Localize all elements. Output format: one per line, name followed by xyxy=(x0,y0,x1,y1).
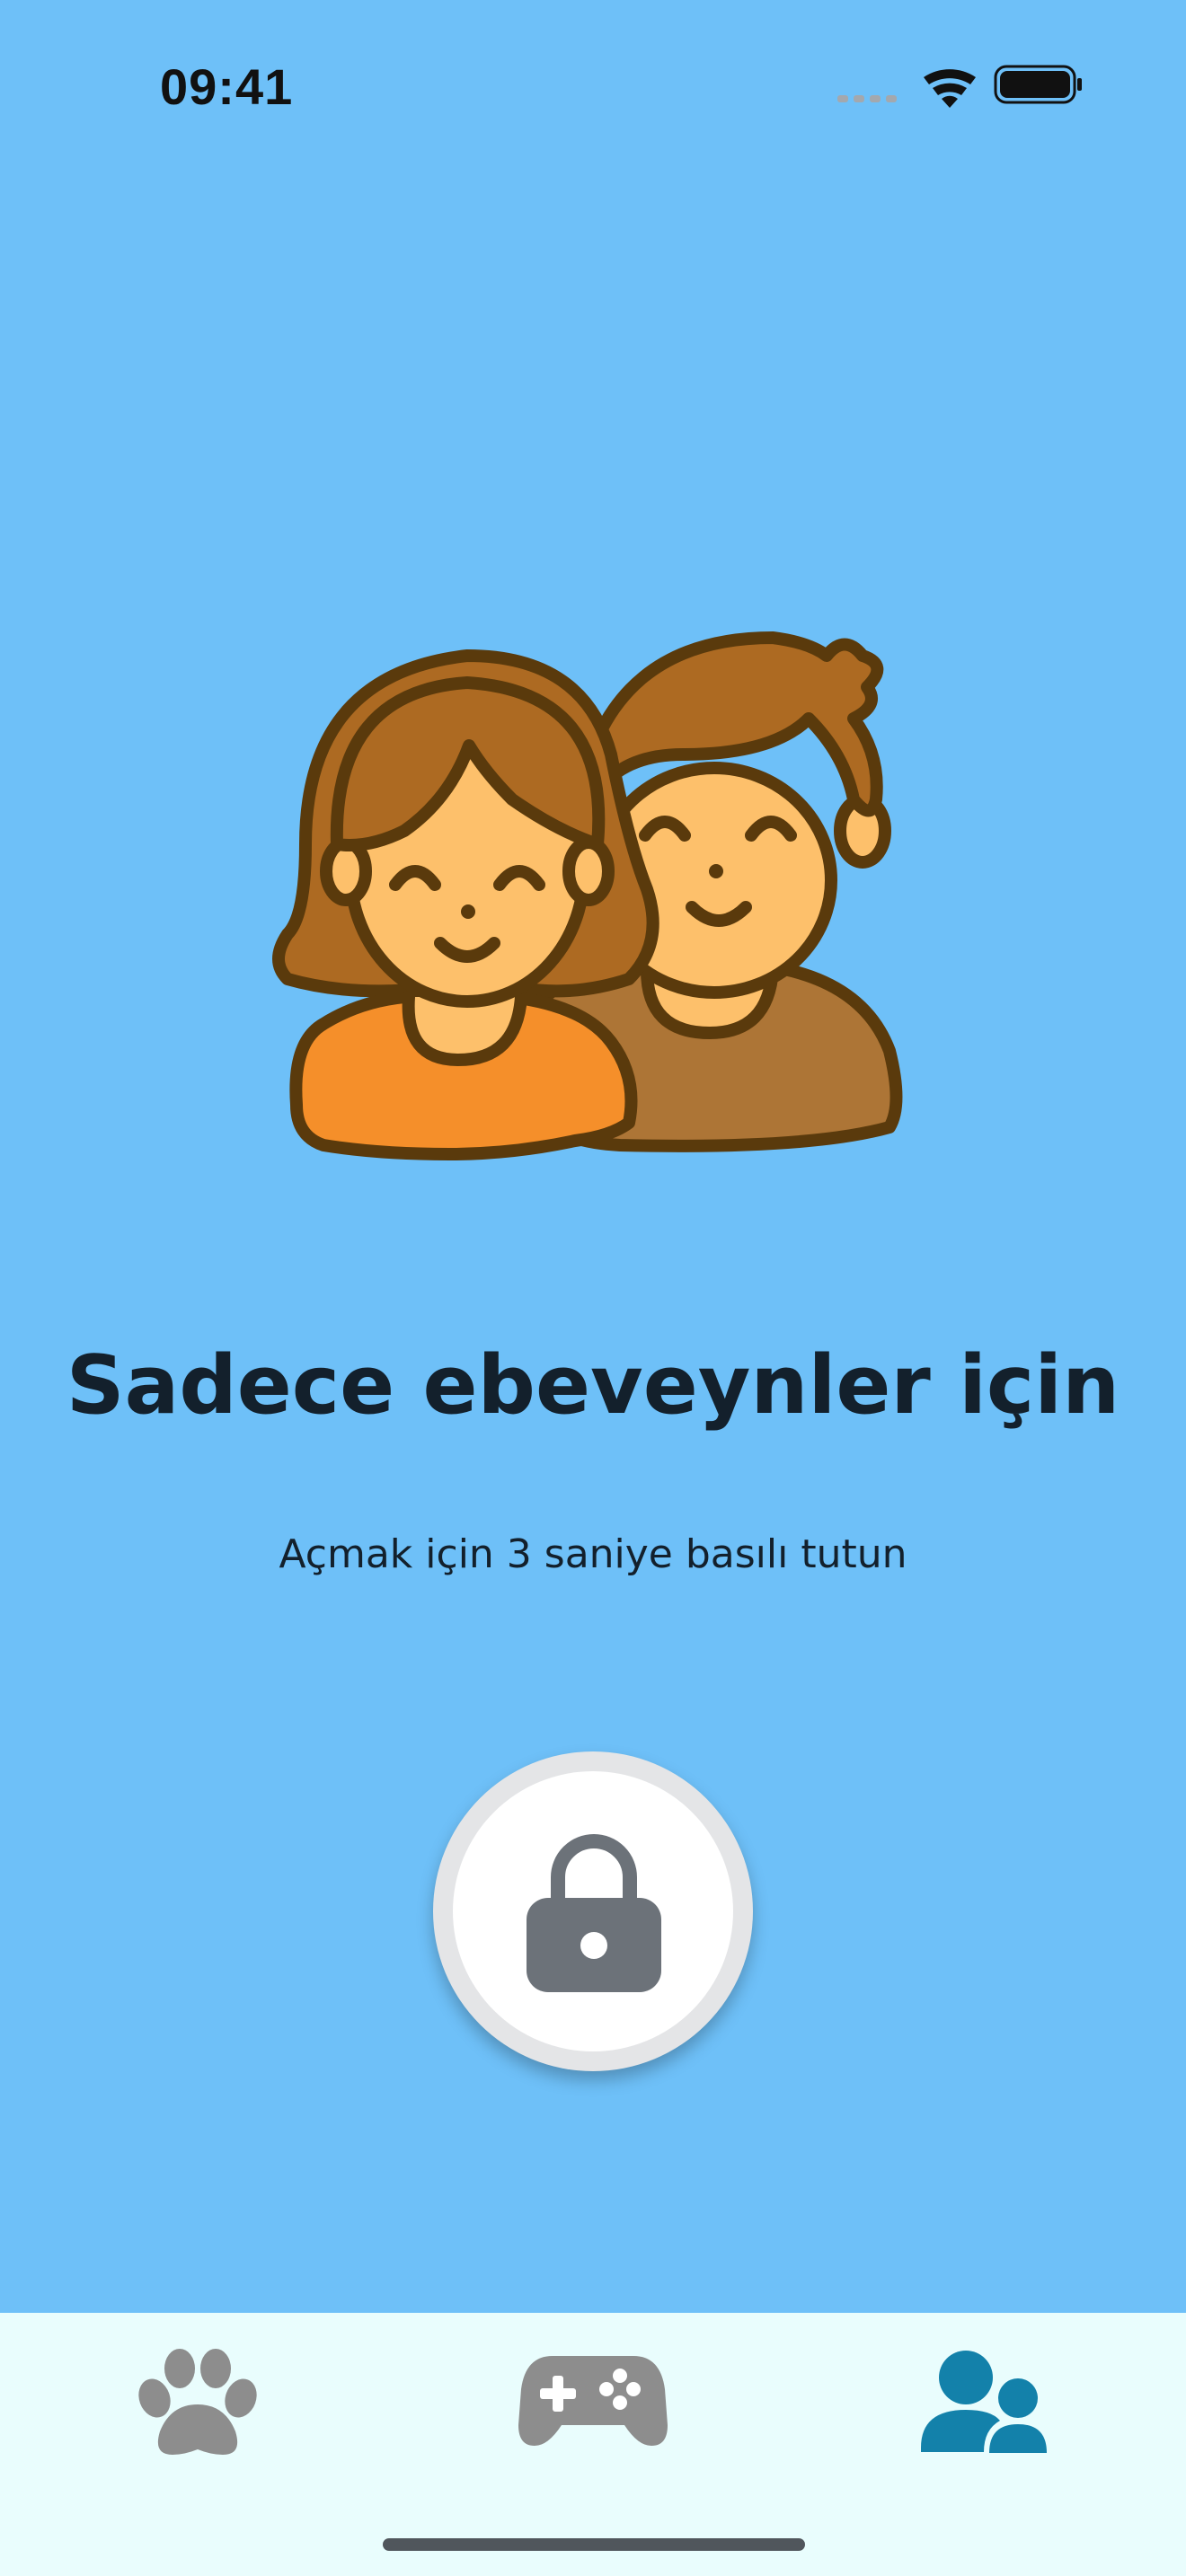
tab-pets[interactable] xyxy=(135,2349,261,2475)
parents-icon xyxy=(272,631,903,1160)
tab-bar xyxy=(0,2313,1186,2576)
status-time: 09:41 xyxy=(160,58,294,115)
tab-parents[interactable] xyxy=(921,2349,1056,2475)
paw-icon xyxy=(138,2349,257,2455)
page-title: Sadece ebeveynler için xyxy=(66,1338,1120,1433)
unlock-instruction: Açmak için 3 saniye basılı tutun xyxy=(279,1531,907,1577)
status-bar: 09:41 xyxy=(0,0,1186,180)
home-indicator xyxy=(383,2538,805,2551)
lock-button-face xyxy=(453,1771,733,2051)
tab-games[interactable] xyxy=(517,2349,669,2475)
parents-tab-icon xyxy=(921,2351,1047,2453)
parents-illustration xyxy=(270,620,916,1177)
wifi-icon xyxy=(924,69,976,108)
cellular-signal-icon xyxy=(837,95,897,102)
lock-icon xyxy=(527,1834,661,1992)
hold-to-unlock-button[interactable] xyxy=(433,1751,753,2071)
gamepad-icon xyxy=(518,2356,668,2446)
battery-icon xyxy=(994,65,1082,104)
status-icons xyxy=(836,63,1087,108)
